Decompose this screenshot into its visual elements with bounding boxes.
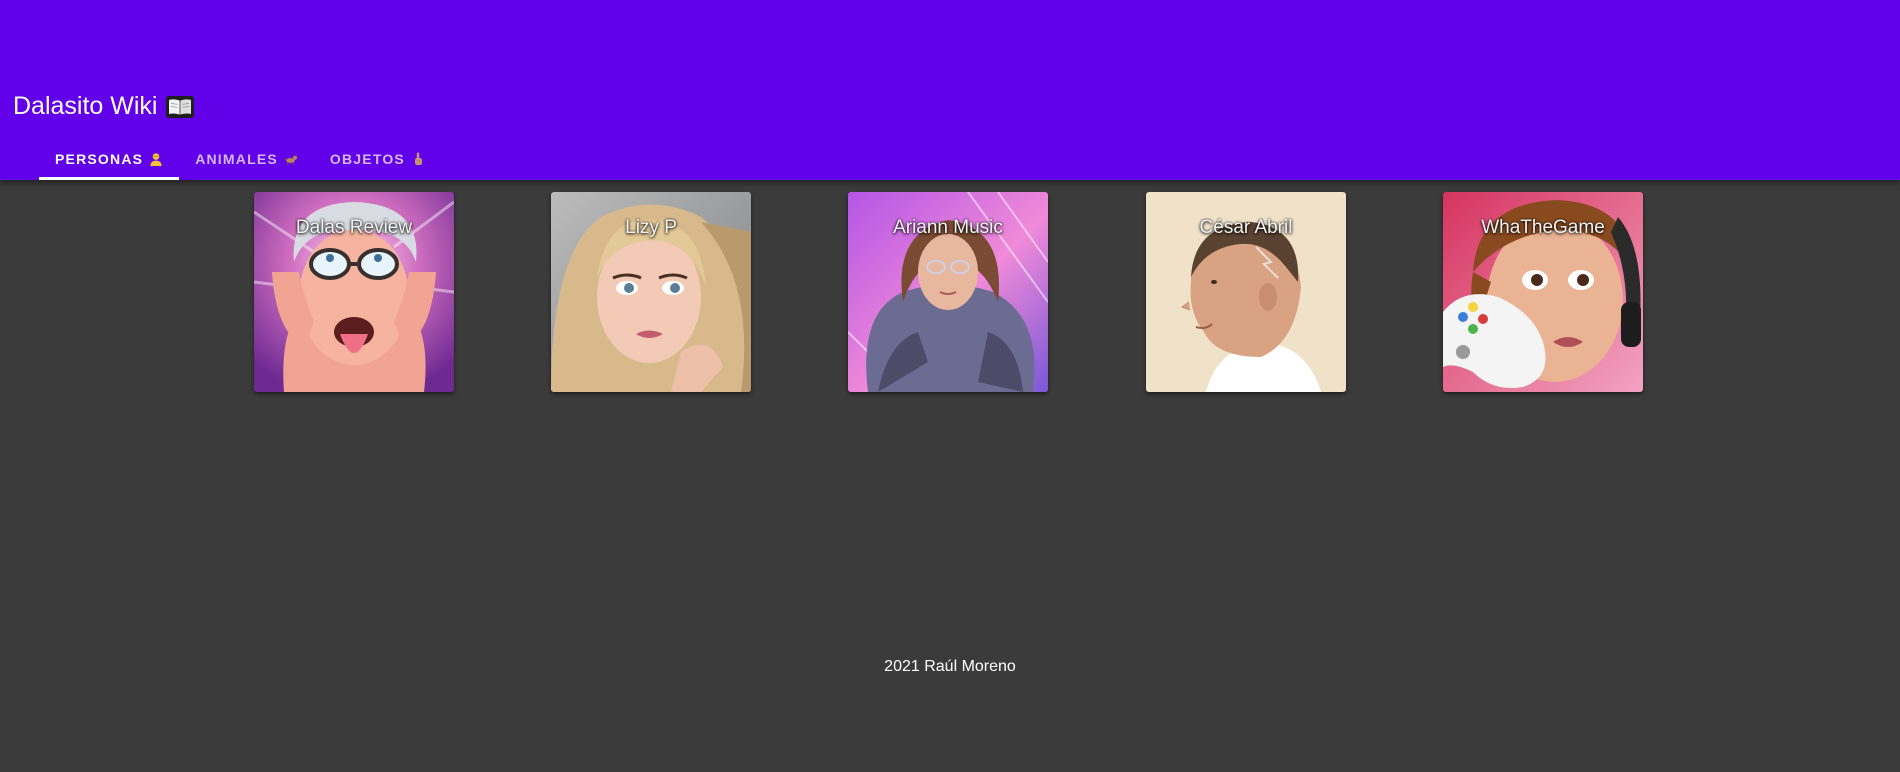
person-icon <box>149 152 163 166</box>
footer-copyright: 2021 Raúl Moreno <box>884 658 1016 675</box>
card-cesar-abril[interactable]: César Abril <box>1146 192 1346 392</box>
dog-icon <box>284 152 298 166</box>
card-name: Dalas Review <box>295 217 413 238</box>
open-book-icon <box>166 95 195 118</box>
card-name: Lizy P <box>625 217 677 238</box>
tab-personas[interactable]: PERSONAS <box>39 138 180 180</box>
app-bar: Dalasito Wiki PERSONAS ANIMALES OBJETOS <box>0 0 1900 180</box>
card-name: WhaTheGame <box>1481 217 1605 238</box>
category-tabs: PERSONAS ANIMALES OBJETOS <box>39 138 441 180</box>
footer: 2021 Raúl Moreno <box>0 658 1900 676</box>
tab-objetos[interactable]: OBJETOS <box>314 138 441 180</box>
card-name: Ariann Music <box>893 217 1003 238</box>
tab-animales-label: ANIMALES <box>195 151 278 167</box>
pointing-hand-icon <box>411 152 425 166</box>
card-lizy-p[interactable]: Lizy P <box>551 192 751 392</box>
tab-animales[interactable]: ANIMALES <box>179 138 314 180</box>
tab-objetos-label: OBJETOS <box>329 151 405 167</box>
card-dalas-review[interactable]: Dalas Review <box>254 192 454 392</box>
card-whathegame[interactable]: WhaTheGame <box>1443 192 1643 392</box>
app-title: Dalasito Wiki <box>13 92 195 121</box>
card-name: César Abril <box>1199 217 1293 238</box>
app-title-text: Dalasito Wiki <box>13 92 158 120</box>
card-ariann-music[interactable]: Ariann Music <box>848 192 1048 392</box>
tab-personas-label: PERSONAS <box>55 151 144 167</box>
